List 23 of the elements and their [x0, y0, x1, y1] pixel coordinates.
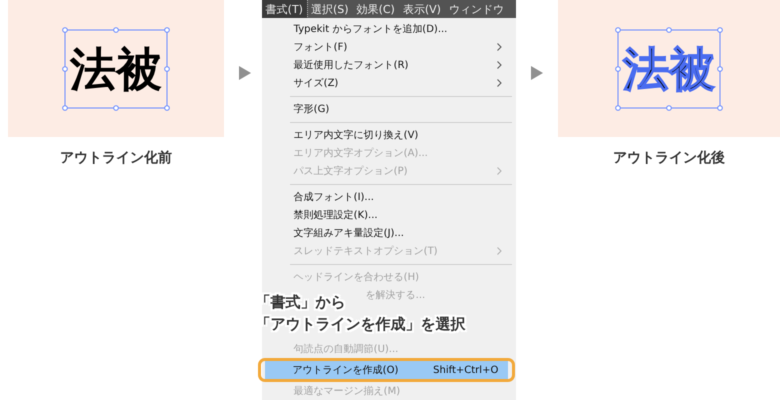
menu-item[interactable]: フォント(F) [266, 38, 512, 56]
arrow-icon [531, 66, 544, 80]
caption: アウトライン化前 [60, 149, 172, 167]
sample-text: 法被 [70, 46, 162, 92]
callout-text: 「書式」から [256, 293, 346, 312]
menu-item[interactable]: 最近使用したフォント(R) [266, 56, 512, 74]
menu-item[interactable]: サイズ(Z) [266, 74, 512, 92]
menu-item[interactable]: アウトラインを作成(O) Shift+Ctrl+O [264, 361, 508, 379]
menu-bar-item[interactable]: 書式(T) [262, 0, 307, 18]
outlined-text: 法被 [623, 46, 716, 92]
menu-bar-item[interactable]: 効果(C) [352, 0, 399, 18]
menu-item[interactable]: 禁則処理設定(K)... [266, 206, 512, 224]
menu-item[interactable]: 字形(G) [266, 100, 512, 118]
menu-item[interactable]: エリア内文字に切り換え(V) [266, 126, 512, 144]
menu-item[interactable]: 合成フォント(I)... [266, 188, 512, 206]
menu-item[interactable]: Typekit からフォントを追加(D)... [266, 20, 512, 38]
menu-bar-item[interactable]: ウィンドウ [444, 0, 508, 18]
menu-bar-item[interactable]: 表示(V) [398, 0, 445, 18]
menu-item[interactable]: 文字組みアキ量設定(J)... [266, 224, 512, 242]
callout-text: 「アウトラインを作成」を選択 [256, 315, 466, 334]
caption: アウトライン化後 [613, 149, 726, 167]
arrow-icon [238, 66, 251, 80]
menu-bar-item[interactable]: 選択(S) [306, 0, 353, 18]
